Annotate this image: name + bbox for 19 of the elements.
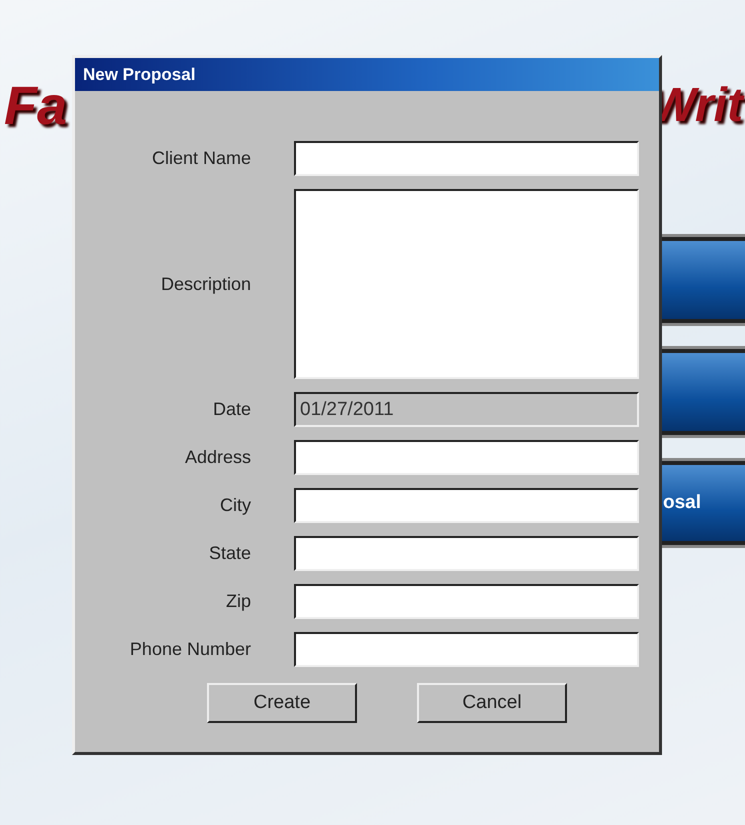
field-label: Description xyxy=(160,274,251,294)
cancel-button[interactable]: Cancel xyxy=(417,683,567,723)
field-label: State xyxy=(208,543,251,564)
field-label: Address xyxy=(184,447,251,468)
field-label: Zip xyxy=(224,591,251,612)
input-field[interactable] xyxy=(294,488,639,523)
field-label: Client Name xyxy=(150,148,251,169)
create-button[interactable]: Create xyxy=(207,683,357,723)
description-field[interactable] xyxy=(294,189,639,379)
field-label: Phone Number xyxy=(128,639,251,660)
input-field[interactable] xyxy=(294,141,639,176)
field-label: Date xyxy=(212,399,251,420)
input-field[interactable] xyxy=(294,536,639,571)
input-field[interactable] xyxy=(294,632,639,667)
field-label: City xyxy=(219,495,251,516)
window-title: New Proposal xyxy=(75,58,659,91)
input-field[interactable] xyxy=(294,584,639,619)
page-heading: Fa xyxy=(4,76,68,136)
input-field[interactable] xyxy=(294,440,639,475)
